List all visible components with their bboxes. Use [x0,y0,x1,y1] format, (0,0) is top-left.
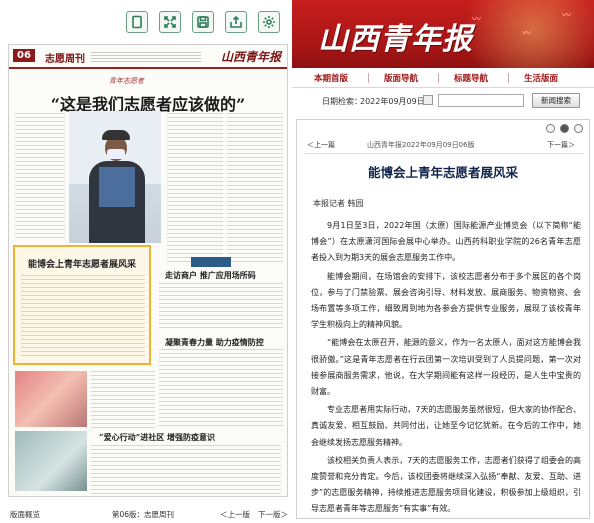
newspaper-page: 06 志愿周刊 山西青年报 青年志愿者 “这是我们志愿者应该做的” 能博会上青年… [8,44,288,497]
page-number: 06 [13,49,35,62]
selected-article-text [21,275,145,359]
share-button[interactable] [225,11,247,33]
nav-divider [368,73,369,83]
article-headline[interactable]: 走访商户 推广应用场所码 [165,270,256,281]
bird-icon: 〰 [562,11,572,21]
text-column [91,445,281,495]
selected-article-title: 能博会上青年志愿者展风采 [27,260,136,270]
nav-divider [508,73,509,83]
next-page-link[interactable]: 下一版＞ [258,509,288,520]
date-search-bar: 日期检索： 2022年09月09日 新闻搜索 [292,91,594,111]
nav-divider [438,73,439,83]
article-photo [15,431,87,491]
article-paragraph: 能博会期间，在场馆会的安排下，该校志愿者分布于多个展区的各个岗位，参与了门禁验票… [311,271,581,330]
section-tag [191,257,231,267]
article-body: 9月1日至3日，2022年国（太原）国际能源产业博览会（以下简称“能博会”）在太… [311,218,581,520]
prev-article-link[interactable]: ＜上一篇 [307,140,335,150]
volunteer-photo [69,111,161,243]
divider [305,153,583,154]
page-header: 06 志愿周刊 山西青年报 [9,45,287,69]
page-icon [132,15,142,29]
date-value[interactable]: 2022年09月09日 [360,96,425,107]
fullscreen-button[interactable] [159,11,181,33]
article-photo [15,371,87,427]
text-column [167,113,223,263]
page-view-button[interactable] [126,11,148,33]
calendar-icon[interactable] [423,95,433,105]
article-controls [546,124,583,133]
text-column [91,371,155,429]
article-paragraph: “能博会在太原召开，能源的意义，作为一名太原人，面对这方能博会我很骄傲。”这是青… [311,338,581,397]
nav-item-life-page[interactable]: 生活版面 [524,72,558,84]
page-overview-link[interactable]: 版面概览 [10,509,40,520]
kicker-text: 青年志愿者 [109,77,144,85]
article-title: 能博会上青年志愿者展风采 [367,165,518,180]
article-headline[interactable]: “爱心行动”进社区 增强防疫意识 [99,432,215,443]
article-paragraph: 专业志愿者用实际行动，7天的志愿服务虽然很短，但大家的协作配合、真诚友爱、相互鼓… [311,405,581,447]
page-section-name: 志愿周刊 [45,54,85,65]
article-panel: ＜上一篇 山西青年报2022年09月09日06版 下一篇＞ 能博会上青年志愿者展… [296,119,590,519]
current-page-label: 第06版：志愿周刊 [112,509,175,519]
article-paragraph: 9月1日至3日，2022年国（太原）国际能源产业博览会（以下简称“能博会”）在太… [311,221,581,263]
page-logo: 山西青年报 [220,50,281,64]
selected-article-region[interactable]: 能博会上青年志愿者展风采 [13,245,151,365]
save-icon [197,16,209,28]
next-article-link[interactable]: 下一篇＞ [547,140,575,150]
masthead: 〰 〰 〰 山西青年报 [292,0,594,68]
search-input[interactable] [438,94,524,107]
text-column [159,283,283,331]
zoom-out-icon[interactable] [574,124,583,133]
search-button[interactable]: 新闻搜索 [532,93,580,108]
page-meta-lines [91,52,201,62]
site-panel: 〰 〰 〰 山西青年报 本期首版 版面导航 标题导航 生活版面 日期检索： 20… [292,0,594,523]
nav-item-layout-nav[interactable]: 版面导航 [384,72,418,84]
article-nav: ＜上一篇 山西青年报2022年09月09日06版 下一篇＞ [297,140,589,152]
settings-button[interactable] [258,11,280,33]
fullscreen-icon [164,16,176,28]
text-column [159,349,283,427]
article-author: 本报记者 韩园 [313,199,364,208]
nav-item-title-nav[interactable]: 标题导航 [454,72,488,84]
nav-item-front-page[interactable]: 本期首版 [314,72,348,84]
newspaper-viewer: 06 志愿周刊 山西青年报 青年志愿者 “这是我们志愿者应该做的” 能博会上青年… [0,0,292,523]
zoom-reset-icon[interactable] [560,124,569,133]
prev-page-link[interactable]: ＜上一版 [220,509,250,520]
text-column [227,113,283,263]
viewer-footer: 版面概览 第06版：志愿周刊 ＜上一版 下一版＞ [0,505,292,523]
viewer-toolbar [126,7,286,37]
bird-icon: 〰 [522,29,532,39]
zoom-in-icon[interactable] [546,124,555,133]
article-paragraph: 该校相关负责人表示，7天的志愿服务工作，志愿者们获得了组委会的高度赞誉和充分肯定… [311,455,581,514]
save-button[interactable] [192,11,214,33]
main-nav: 本期首版 版面导航 标题导航 生活版面 [292,68,594,88]
article-source: 山西青年报2022年09月09日06版 [367,141,475,149]
date-label: 日期检索： [322,97,362,106]
bird-icon: 〰 [472,15,482,25]
share-icon [230,15,242,28]
article-headline[interactable]: 凝聚青春力量 助力疫情防控 [165,337,264,348]
site-logo[interactable]: 山西青年报 [318,14,473,58]
settings-icon [263,16,275,28]
text-column [15,113,65,241]
